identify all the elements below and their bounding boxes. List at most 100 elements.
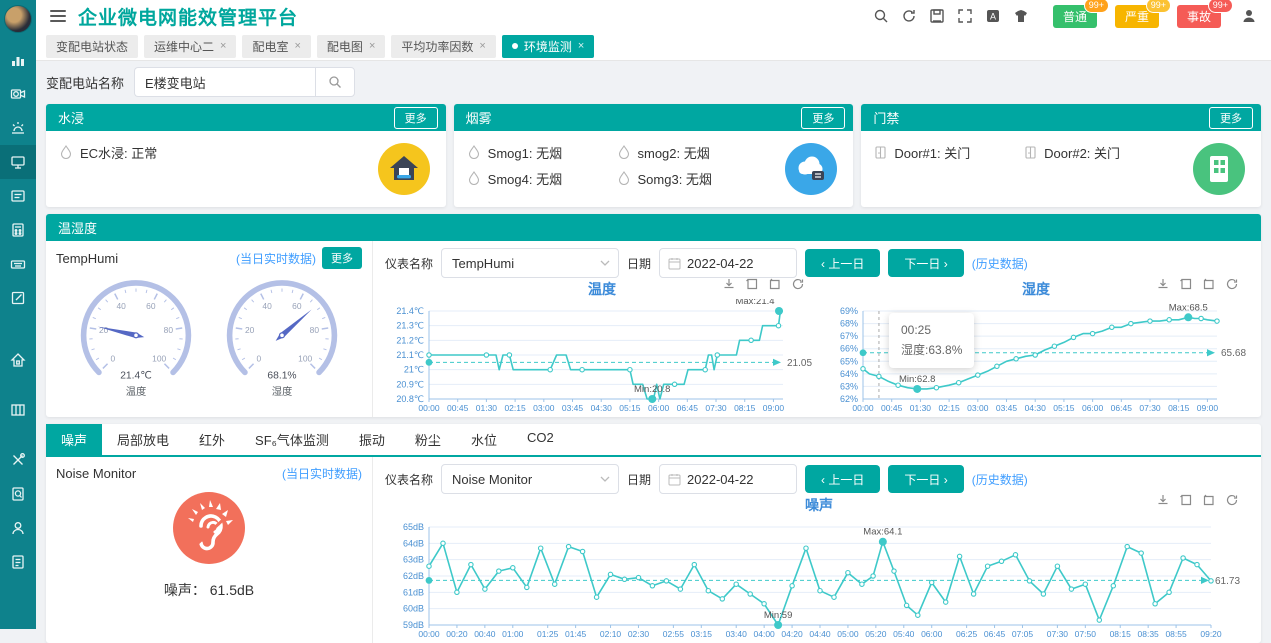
svg-text:08:15: 08:15 xyxy=(1110,629,1132,639)
sidebar-item-message-doc[interactable] xyxy=(0,179,36,213)
sidebar-item-camera[interactable] xyxy=(0,77,36,111)
smoke-status-item: smog2: 无烟 xyxy=(618,139,768,165)
env-tab-1[interactable]: 局部放电 xyxy=(102,424,184,455)
nav-tab-3[interactable]: 配电图× xyxy=(317,35,385,58)
svg-text:00:20: 00:20 xyxy=(446,629,468,639)
sidebar-item-report-doc[interactable] xyxy=(0,545,36,579)
smoke-more-button[interactable]: 更多 xyxy=(801,107,845,129)
env-tab-4[interactable]: 振动 xyxy=(344,424,400,455)
station-name-input[interactable] xyxy=(134,67,315,97)
close-icon[interactable]: × xyxy=(294,40,300,52)
calculator-icon xyxy=(10,222,26,238)
chevron-down-icon xyxy=(600,476,610,482)
temphumi-device-name: TempHumi xyxy=(56,251,118,266)
env-tab-6[interactable]: 水位 xyxy=(456,424,512,455)
water-more-button[interactable]: 更多 xyxy=(394,107,438,129)
avatar[interactable] xyxy=(4,5,32,33)
sidebar-item-audit-search[interactable] xyxy=(0,477,36,511)
env-tab-5[interactable]: 粉尘 xyxy=(400,424,456,455)
sidebar-item-grid-panel[interactable] xyxy=(0,393,36,427)
nav-tab-2[interactable]: 配电室× xyxy=(242,35,310,58)
sidebar-item-calculator[interactable] xyxy=(0,213,36,247)
home-icon xyxy=(10,352,26,368)
download-icon[interactable] xyxy=(722,277,736,290)
search-icon[interactable] xyxy=(873,8,889,24)
sidebar-item-user[interactable] xyxy=(0,511,36,545)
smoke-status-item: Smog4: 无烟 xyxy=(468,165,618,191)
chart-toolbox xyxy=(722,277,805,290)
svg-text:08:35: 08:35 xyxy=(1138,629,1160,639)
download-icon[interactable] xyxy=(1156,493,1170,506)
svg-text:03:40: 03:40 xyxy=(726,629,748,639)
alarm-count-badge: 99+ xyxy=(1084,0,1109,13)
svg-text:62dB: 62dB xyxy=(403,571,424,581)
restore-icon[interactable] xyxy=(1202,493,1216,506)
prev-day-button[interactable]: ‹ 上一日 xyxy=(805,465,880,493)
svg-text:湿度: 湿度 xyxy=(272,385,293,398)
nav-tab-0[interactable]: 变配电站状态 xyxy=(46,35,138,58)
close-icon[interactable]: × xyxy=(369,40,375,52)
font-size-icon[interactable]: A xyxy=(985,8,1001,24)
user-icon[interactable] xyxy=(1241,8,1257,24)
droplet-icon xyxy=(468,145,480,159)
restore-icon[interactable] xyxy=(1202,277,1216,290)
meter-select[interactable]: TempHumi xyxy=(441,248,619,278)
download-icon[interactable] xyxy=(1156,277,1170,290)
sidebar-item-bar-chart[interactable] xyxy=(0,43,36,77)
alarm-count-badge: 99+ xyxy=(1208,0,1233,13)
next-day-button[interactable]: 下一日 › xyxy=(888,465,963,493)
bar-chart-icon xyxy=(10,52,26,68)
sidebar-item-tools[interactable] xyxy=(0,443,36,477)
nav-tab-5[interactable]: 环境监测× xyxy=(502,35,594,58)
prev-day-button[interactable]: ‹ 上一日 xyxy=(805,249,880,277)
svg-text:60: 60 xyxy=(146,301,156,311)
close-icon[interactable]: × xyxy=(479,40,485,52)
close-icon[interactable]: × xyxy=(578,40,584,52)
date-picker[interactable]: 2022-04-22 xyxy=(659,248,797,278)
alarm-badge-2[interactable]: 事故99+ xyxy=(1177,5,1221,28)
refresh-icon[interactable] xyxy=(1225,493,1239,506)
datazoom-icon[interactable] xyxy=(1179,277,1193,290)
search-button[interactable] xyxy=(315,67,355,97)
svg-text:0: 0 xyxy=(256,353,261,363)
save-icon[interactable] xyxy=(929,8,945,24)
temphumi-more-button[interactable]: 更多 xyxy=(322,247,362,269)
alarm-badge-1[interactable]: 严重99+ xyxy=(1115,5,1159,28)
refresh-icon[interactable] xyxy=(791,277,805,290)
env-tab-3[interactable]: SF₆气体监测 xyxy=(240,424,344,455)
svg-text:Min:62.8: Min:62.8 xyxy=(899,374,935,385)
noise-date-picker[interactable]: 2022-04-22 xyxy=(659,464,797,494)
datazoom-icon[interactable] xyxy=(1179,493,1193,506)
restore-icon[interactable] xyxy=(768,277,782,290)
sidebar-item-device-monitor[interactable] xyxy=(0,145,36,179)
sidebar-item-keyboard[interactable] xyxy=(0,247,36,281)
alarm-count-badge: 99+ xyxy=(1146,0,1171,13)
sidebar-item-edit-note[interactable] xyxy=(0,281,36,315)
station-name-label: 变配电站名称 xyxy=(46,73,124,92)
theme-icon[interactable] xyxy=(1013,8,1029,24)
refresh-icon[interactable] xyxy=(1225,277,1239,290)
sidebar-item-alarm-beacon[interactable] xyxy=(0,111,36,145)
datazoom-icon[interactable] xyxy=(745,277,759,290)
tools-icon xyxy=(10,452,26,468)
svg-text:04:20: 04:20 xyxy=(781,629,803,639)
door-card: 门禁 更多 Door#1: 关门Door#2: 关门 xyxy=(861,104,1261,207)
fullscreen-icon[interactable] xyxy=(957,8,973,24)
temphumi-panel-title: 温湿度 xyxy=(58,218,97,237)
env-tab-2[interactable]: 红外 xyxy=(184,424,240,455)
sidebar-item-home[interactable] xyxy=(0,343,36,377)
svg-text:01:25: 01:25 xyxy=(537,629,559,639)
alarm-badge-0[interactable]: 普通99+ xyxy=(1053,5,1097,28)
next-day-button[interactable]: 下一日 › xyxy=(888,249,963,277)
refresh-icon[interactable] xyxy=(901,8,917,24)
hamburger-menu-icon[interactable] xyxy=(50,10,66,22)
nav-tab-4[interactable]: 平均功率因数× xyxy=(391,35,495,58)
svg-text:21.4℃: 21.4℃ xyxy=(120,370,152,381)
nav-tab-1[interactable]: 运维中心二× xyxy=(144,35,236,58)
close-icon[interactable]: × xyxy=(220,40,226,52)
noise-meter-select[interactable]: Noise Monitor xyxy=(441,464,619,494)
door-more-button[interactable]: 更多 xyxy=(1209,107,1253,129)
env-tab-7[interactable]: CO2 xyxy=(512,424,569,455)
env-tab-0[interactable]: 噪声 xyxy=(46,424,102,455)
droplet-icon xyxy=(618,145,630,159)
